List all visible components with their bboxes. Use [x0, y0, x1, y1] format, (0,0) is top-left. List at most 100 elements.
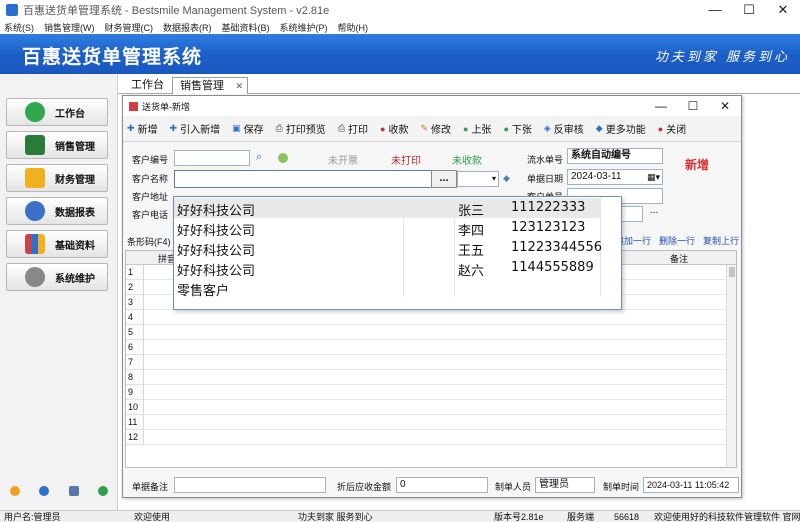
customer-option[interactable]: 好好科技公司 李四 123123123: [174, 218, 601, 239]
col-note[interactable]: 备注: [670, 252, 688, 265]
window-close-button[interactable]: ✕: [766, 0, 800, 20]
sidebar-item-maintenance[interactable]: 系统维护: [6, 263, 108, 291]
minimize-button[interactable]: —: [698, 0, 732, 20]
row-number[interactable]: 7: [126, 355, 144, 370]
sidebar-item-workbench[interactable]: 工作台: [6, 98, 108, 126]
print-preview-button[interactable]: ⎙ 打印预览: [276, 121, 326, 136]
table-row[interactable]: [144, 310, 734, 325]
dialog-minimize-button[interactable]: —: [645, 96, 677, 116]
print-button[interactable]: ⎙ 打印: [338, 121, 368, 136]
table-row[interactable]: [144, 325, 734, 340]
help-icon[interactable]: [39, 486, 50, 496]
edit-button[interactable]: ✎ 修改: [420, 121, 451, 136]
more-options-button[interactable]: ...: [650, 205, 658, 216]
tab-close-icon[interactable]: ✕: [235, 78, 243, 94]
grid-scrollbar[interactable]: [726, 265, 736, 467]
delete-row-link[interactable]: 删除一行: [659, 234, 695, 247]
scroll-thumb[interactable]: [729, 267, 735, 277]
customer-option[interactable]: 零售客户: [174, 278, 601, 299]
more-button[interactable]: ◆ 更多功能: [596, 121, 646, 136]
discount-input[interactable]: 0: [396, 477, 488, 493]
dialog-icon: [129, 101, 138, 111]
maker-label: 制单人员: [495, 482, 532, 492]
row-number[interactable]: 6: [126, 340, 144, 355]
search-icon[interactable]: ⌕: [256, 151, 262, 164]
dialog-maximize-button[interactable]: ☐: [677, 96, 709, 116]
table-row[interactable]: [144, 385, 734, 400]
sidebar-item-basic[interactable]: 基础资料: [6, 230, 108, 258]
refresh-icon[interactable]: [278, 153, 288, 163]
customer-option-contact: 赵六: [458, 264, 485, 279]
close-button[interactable]: ● 关闭: [658, 121, 686, 137]
table-row[interactable]: [144, 400, 734, 415]
maximize-button[interactable]: ☐: [732, 0, 766, 20]
customer-option[interactable]: 好好科技公司 张三 111222333: [174, 198, 601, 219]
time-input[interactable]: 2024-03-11 11:05:42: [643, 477, 739, 493]
sidebar: 工作台 销售管理 财务管理 数据报表 基础资料 系统维护: [0, 74, 118, 510]
print-icon: ⎙: [337, 123, 346, 133]
dialog-footer: 单据备注 折后应收金额 0 制单人员 管理员 制单时间 2024-03-11 1…: [123, 474, 741, 496]
table-row[interactable]: [144, 355, 734, 370]
tab-sales-label: 销售管理: [180, 80, 224, 92]
tab-workbench[interactable]: 工作台: [124, 77, 171, 94]
customer-name-input[interactable]: [174, 170, 432, 188]
row-number[interactable]: 10: [126, 400, 144, 415]
screen-icon[interactable]: [68, 486, 79, 496]
row-number[interactable]: 11: [126, 415, 144, 430]
customer-code-label: 客户编号: [132, 155, 169, 165]
prev-button[interactable]: ● 上张: [463, 121, 491, 137]
app-icon: [6, 4, 18, 16]
row-number[interactable]: 12: [126, 430, 144, 445]
row-number[interactable]: 4: [126, 310, 144, 325]
calendar-icon[interactable]: ▦▾: [647, 170, 660, 184]
note-input[interactable]: [174, 477, 326, 493]
warning-icon[interactable]: [9, 486, 20, 496]
customer-option-phone: 1144555889: [511, 260, 594, 275]
menu-reports[interactable]: 数据报表(R): [163, 21, 212, 34]
row-number[interactable]: 5: [126, 325, 144, 340]
customer-option-contact: 张三: [458, 204, 485, 219]
money-icon: ●: [380, 123, 386, 134]
table-row[interactable]: [144, 340, 734, 355]
import-new-button[interactable]: ✚ 引入新增: [170, 121, 221, 136]
tab-sales[interactable]: 销售管理 ✕: [172, 77, 248, 94]
row-number[interactable]: 3: [126, 295, 144, 310]
table-row[interactable]: [144, 430, 734, 445]
customer-browse-button[interactable]: ...: [431, 170, 457, 188]
row-number[interactable]: 1: [126, 265, 144, 280]
customer-code-input[interactable]: [174, 150, 250, 166]
row-number[interactable]: 2: [126, 280, 144, 295]
unaudit-button[interactable]: ◈ 反审核: [544, 121, 584, 136]
serial-input[interactable]: 系统自动编号: [567, 148, 663, 164]
sidebar-item-reports[interactable]: 数据报表: [6, 197, 108, 225]
customer-option[interactable]: 好好科技公司 王五 11223344556: [174, 238, 602, 259]
menu-finance[interactable]: 财务管理(C): [105, 21, 154, 34]
collect-button[interactable]: ● 收款: [380, 121, 408, 137]
row-number[interactable]: 9: [126, 385, 144, 400]
next-button[interactable]: ● 下张: [503, 121, 531, 137]
new-button[interactable]: ✚ 新增: [127, 121, 158, 136]
sidebar-item-sales[interactable]: 销售管理: [6, 131, 108, 159]
row-number[interactable]: 8: [126, 370, 144, 385]
customer-option-name: 好好科技公司: [177, 264, 256, 279]
eraser-icon[interactable]: ◆: [503, 173, 510, 184]
table-row[interactable]: [144, 370, 734, 385]
dialog-close-button[interactable]: ✕: [709, 96, 741, 116]
status-welcome: 欢迎使用: [134, 512, 171, 522]
customer-option[interactable]: 好好科技公司 赵六 1144555889: [174, 258, 601, 279]
online-icon[interactable]: [98, 486, 109, 496]
menu-sales[interactable]: 销售管理(W): [44, 21, 95, 34]
menu-help[interactable]: 帮助(H): [338, 21, 369, 34]
copy-row-link[interactable]: 复制上行: [703, 234, 739, 247]
menu-basic[interactable]: 基础资料(B): [222, 21, 270, 34]
date-label: 单据日期: [527, 174, 564, 184]
sidebar-item-finance[interactable]: 财务管理: [6, 164, 108, 192]
menu-maintenance[interactable]: 系统维护(P): [280, 21, 328, 34]
menu-system[interactable]: 系统(S): [4, 21, 34, 34]
save-button[interactable]: ▣ 保存: [232, 121, 264, 136]
customer-dropdown[interactable]: ▾: [457, 171, 499, 187]
maker-input[interactable]: 管理员: [535, 477, 595, 493]
date-picker[interactable]: 2024-03-11 ▦▾: [567, 169, 663, 185]
table-row[interactable]: [144, 415, 734, 430]
customer-lookup-popup[interactable]: 好好科技公司 张三 111222333 好好科技公司 李四 123123123 好好科技公司…: [173, 196, 622, 310]
